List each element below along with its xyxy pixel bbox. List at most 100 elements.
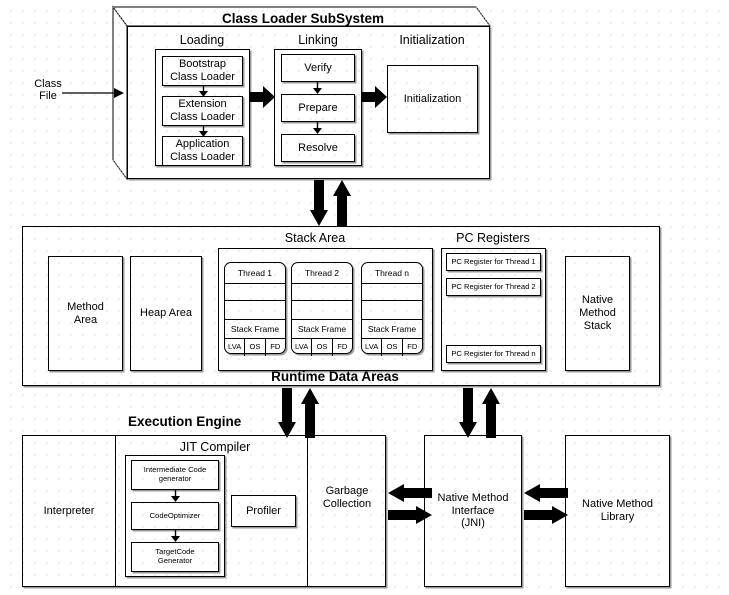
thread-2-os: OS [312,339,333,356]
thread-2-box[interactable]: Thread 2 Stack Frame LVA OS FD [291,262,353,356]
native-method-stack-line1: Native [581,294,614,307]
jit-arrow-1 [171,490,180,502]
loading-to-linking-arrow [250,86,275,108]
loading-arrow-1 [199,86,208,97]
pc-registers-title: PC Registers [456,231,530,245]
native-method-stack-line3: Stack [583,319,612,332]
linking-arrow-2 [313,122,322,134]
thread-2-lva: LVA [292,339,313,356]
thread-1-slot-b [225,301,285,320]
engine-divider-interpreter-jit [115,435,116,587]
engine-divider-jit-gc [307,435,308,587]
heap-area-label: Heap Area [140,307,192,320]
class-loader-title: Class Loader SubSystem [221,11,385,26]
thread-n-stack-frame: Stack Frame [362,320,422,339]
thread-n-fd: FD [407,342,418,352]
application-class-loader[interactable]: Application Class Loader [162,136,243,166]
jit-compiler-title: JIT Compiler [179,440,251,454]
runtime-data-areas-title: Runtime Data Areas [271,369,399,384]
target-code-generator-line2: Generator [157,556,193,565]
thread-n-lva: LVA [362,339,383,356]
jni-to-runtime-up-arrow [482,388,500,438]
application-class-loader-line2: Class Loader [170,151,235,163]
phase-title-loading: Loading [179,33,225,47]
jni-to-library-right-arrow [524,506,568,524]
jni-line1: Native Method [437,491,509,504]
library-to-jni-left-arrow [524,484,568,502]
native-method-library-box[interactable]: Native Method Library [565,435,670,587]
bootstrap-class-loader-line2: Class Loader [170,71,235,83]
prepare-step[interactable]: Prepare [281,94,355,122]
native-method-interface-box[interactable]: Native Method Interface (JNI) [424,435,522,587]
loading-arrow-2 [199,126,208,137]
runtime-to-jni-down-arrow [459,388,477,438]
native-library-line2: Library [600,511,635,523]
heap-area-box[interactable]: Heap Area [130,256,202,371]
verify-step[interactable]: Verify [281,54,355,82]
extension-class-loader-line2: Class Loader [170,111,235,123]
pc-register-thread-n-label: PC Register for Thread n [451,348,536,358]
thread-1-box[interactable]: Thread 1 Stack Frame LVA OS FD [224,262,286,356]
jni-line3: (JNI) [461,517,485,530]
engine-to-runtime-up-arrow-left [301,388,319,438]
thread-1-os: OS [245,339,266,356]
profiler-box[interactable]: Profiler [231,495,296,527]
method-area-line1: Method [67,300,104,313]
intermediate-code-generator-line2: generator [158,474,192,483]
jit-arrow-2 [171,530,180,542]
thread-n-box[interactable]: Thread n Stack Frame LVA OS FD [361,262,423,356]
linking-arrow-1 [313,82,322,94]
thread-1-fd: FD [270,342,281,352]
classloader-to-runtime-down-arrow [310,180,328,226]
pc-register-thread-1[interactable]: PC Register for Thread 1 [446,253,541,271]
thread-1-slot-a [225,284,285,301]
native-method-stack-box[interactable]: Native Method Stack [565,256,630,371]
profiler-label: Profiler [246,504,281,517]
thread-2-stack-frame: Stack Frame [292,320,352,339]
method-area-line2: Area [73,313,98,326]
pc-register-thread-2[interactable]: PC Register for Thread 2 [446,278,541,296]
intermediate-code-generator[interactable]: Intermediate Code generator [131,460,219,490]
garbage-collection-label: Garbage Collection [310,481,384,515]
stack-area-title: Stack Area [284,231,346,245]
thread-2-name: Thread 2 [292,263,352,284]
resolve-step-label: Resolve [298,141,338,154]
application-class-loader-line1: Application [175,138,230,151]
thread-1-name: Thread 1 [225,263,285,284]
thread-n-slot-a [362,284,422,301]
garbage-collection-line1: Garbage [325,485,369,498]
native-library-line1: Native Method [582,498,653,511]
thread-1-stack-frame: Stack Frame [225,320,285,339]
native-method-stack-line2: Method [579,307,616,320]
code-optimizer[interactable]: CodeOptimizer [131,502,219,530]
runtime-to-engine-down-arrow-left [278,388,296,438]
extension-class-loader[interactable]: Extension Class Loader [162,96,243,126]
phase-title-linking: Linking [298,33,338,47]
resolve-step[interactable]: Resolve [281,134,355,162]
pc-register-thread-n[interactable]: PC Register for Thread n [446,345,541,363]
thread-2-slot-a [292,284,352,301]
interpreter-label: Interpreter [43,504,95,517]
linking-to-initialization-arrow [362,86,387,108]
thread-1-lva: LVA [225,339,246,356]
thread-n-os: OS [382,339,403,356]
initialization-box[interactable]: Initialization [387,65,478,133]
thread-2-fd: FD [337,342,348,352]
method-area-box[interactable]: Method Area [48,256,123,371]
phase-title-initialization: Initialization [399,33,465,47]
pc-register-thread-2-label: PC Register for Thread 2 [451,281,536,291]
code-optimizer-label: CodeOptimizer [149,510,201,520]
bootstrap-class-loader-line1: Bootstrap [178,58,227,71]
thread-n-slot-b [362,301,422,320]
verify-step-label: Verify [304,61,332,74]
thread-n-name: Thread n [362,263,422,284]
jni-line2: Interface [451,504,495,517]
pc-register-thread-1-label: PC Register for Thread 1 [451,256,536,266]
bootstrap-class-loader[interactable]: Bootstrap Class Loader [162,56,243,86]
execution-engine-title: Execution Engine [128,414,242,429]
prepare-step-label: Prepare [298,101,338,114]
extension-class-loader-line1: Extension [178,98,227,111]
initialization-box-label: Initialization [403,92,462,105]
runtime-to-classloader-up-arrow [333,180,351,226]
target-code-generator[interactable]: TargetCode Generator [131,542,219,572]
